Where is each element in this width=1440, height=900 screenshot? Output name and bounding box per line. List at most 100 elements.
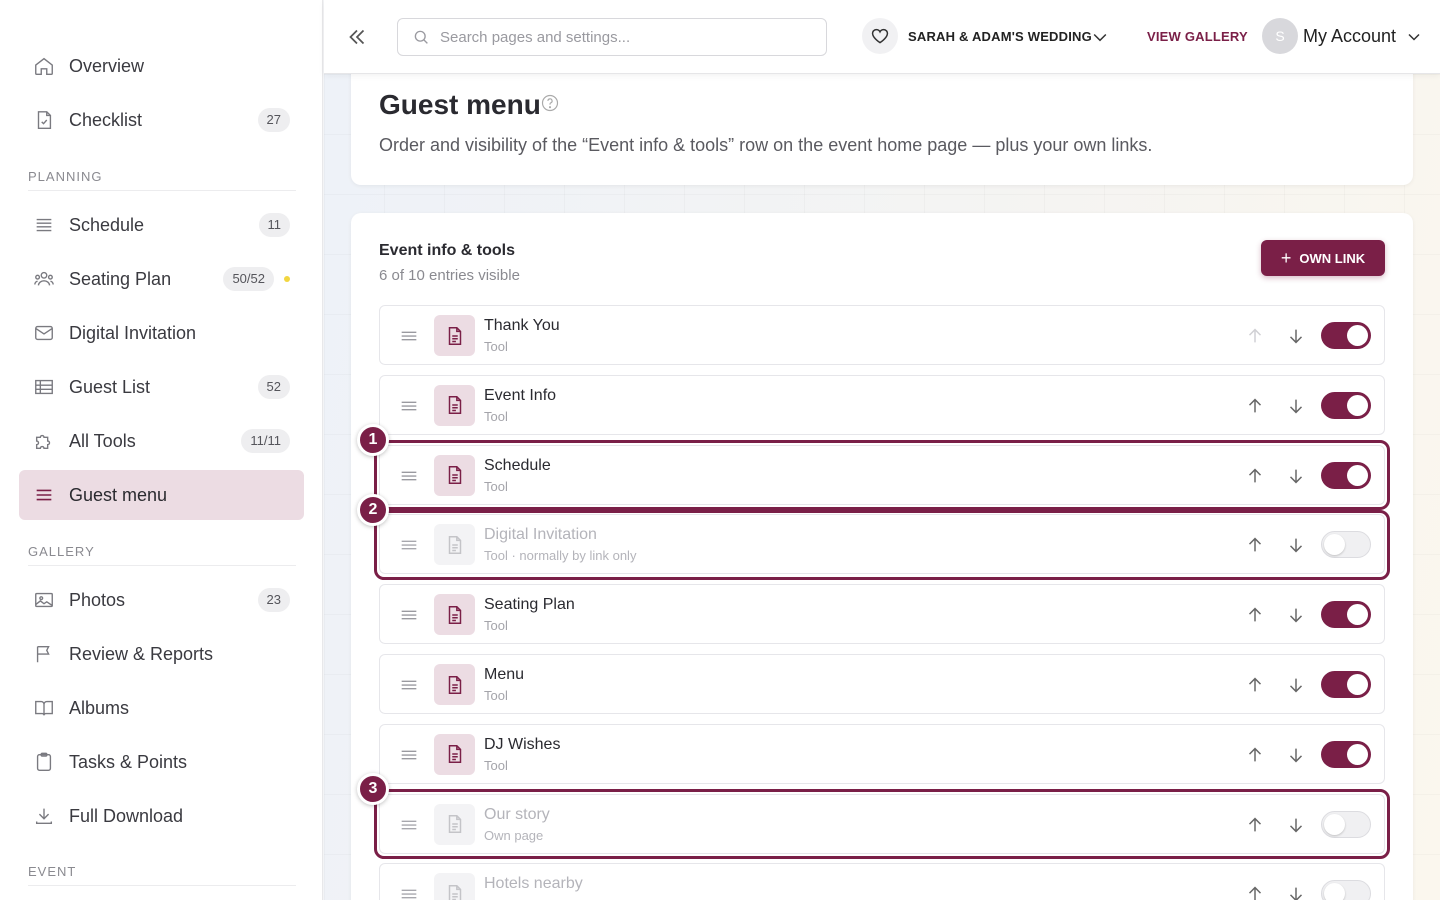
move-up-icon[interactable] xyxy=(1244,325,1266,347)
sidebar-item-digital-invitation[interactable]: Digital Invitation xyxy=(19,308,304,358)
tool-row[interactable]: Schedule Tool xyxy=(379,444,1385,505)
toggle-knob xyxy=(1347,604,1368,626)
visibility-toggle[interactable] xyxy=(1321,601,1371,629)
page-title: Guest menu xyxy=(379,89,541,120)
sidebar-item-guest-list[interactable]: Guest List 52 xyxy=(19,362,304,412)
visibility-toggle[interactable] xyxy=(1321,880,1371,900)
tool-row[interactable]: Hotels nearby xyxy=(379,863,1385,900)
move-down-icon[interactable] xyxy=(1285,814,1307,836)
list-icon xyxy=(33,214,55,236)
add-own-link-button[interactable]: + OWN LINK xyxy=(1261,240,1385,276)
status-dot xyxy=(284,276,290,282)
sidebar-item-albums[interactable]: Albums xyxy=(19,683,304,733)
move-down-icon[interactable] xyxy=(1285,883,1307,900)
tool-row[interactable]: Digital Invitation Tool · normally by lin… xyxy=(379,514,1385,575)
move-down-icon[interactable] xyxy=(1285,674,1307,696)
sidebar-item-guest-menu[interactable]: Guest menu xyxy=(19,470,304,520)
move-up-icon[interactable] xyxy=(1244,744,1266,766)
tool-type: Own page xyxy=(484,827,544,843)
visibility-toggle[interactable] xyxy=(1321,322,1371,349)
document-icon xyxy=(434,733,475,775)
move-down-icon[interactable] xyxy=(1285,744,1307,766)
sidebar-item-all-tools[interactable]: All Tools 11/11 xyxy=(19,416,304,466)
flag-icon xyxy=(33,643,55,665)
section-event: EVENT xyxy=(28,864,296,886)
sidebar-item-schedule[interactable]: Schedule 11 xyxy=(19,200,304,250)
tool-name: Event Info xyxy=(484,386,557,404)
account-menu[interactable]: My Account xyxy=(1303,26,1396,47)
move-up-icon[interactable] xyxy=(1244,883,1266,900)
sidebar-item-label: Seating Plan xyxy=(69,268,172,289)
drag-handle-icon[interactable] xyxy=(398,534,420,556)
visibility-toggle[interactable] xyxy=(1321,461,1371,489)
tool-row[interactable]: Menu Tool xyxy=(379,654,1385,714)
visibility-toggle[interactable] xyxy=(1321,671,1371,698)
search-input[interactable]: Search pages and settings... xyxy=(397,18,827,56)
sidebar-item-label: Digital Invitation xyxy=(69,322,197,343)
event-switcher[interactable]: SARAH & ADAM'S WEDDING xyxy=(908,29,1092,44)
tool-row[interactable]: DJ Wishes Tool xyxy=(379,723,1385,784)
move-down-icon[interactable] xyxy=(1285,534,1307,556)
page-header-card: Guest menu Order and visibility of the “… xyxy=(351,74,1413,185)
book-icon xyxy=(33,697,55,719)
drag-handle-icon[interactable] xyxy=(398,744,420,766)
tool-row[interactable]: Seating Plan Tool xyxy=(379,584,1385,645)
tool-name: Menu xyxy=(484,666,525,683)
sidebar-item-checklist[interactable]: Checklist 27 xyxy=(19,95,304,145)
help-icon[interactable] xyxy=(540,93,560,113)
move-down-icon[interactable] xyxy=(1285,395,1307,417)
sidebar-item-review-reports[interactable]: Review & Reports xyxy=(19,629,304,679)
collapse-sidebar-icon[interactable] xyxy=(344,24,370,50)
chevron-down-icon[interactable] xyxy=(1404,27,1424,47)
view-gallery-link[interactable]: VIEW GALLERY xyxy=(1147,29,1248,44)
drag-handle-icon[interactable] xyxy=(398,395,420,417)
home-icon xyxy=(33,55,55,77)
sidebar-item-full-download[interactable]: Full Download xyxy=(19,791,304,841)
sidebar-item-label: Review & Reports xyxy=(69,643,214,664)
tool-row[interactable]: Event Info Tool xyxy=(379,374,1385,435)
move-down-icon[interactable] xyxy=(1285,465,1307,487)
visibility-toggle[interactable] xyxy=(1321,531,1371,559)
sidebar-item-seating-plan[interactable]: Seating Plan 50/52 xyxy=(19,254,304,304)
drag-handle-icon[interactable] xyxy=(398,674,420,696)
drag-handle-icon[interactable] xyxy=(398,883,420,900)
avatar[interactable]: S xyxy=(1262,18,1298,54)
move-up-icon[interactable] xyxy=(1244,465,1266,487)
tool-type: Tool xyxy=(484,688,508,703)
heart-icon[interactable] xyxy=(862,18,898,54)
sidebar-item-label: Guest List xyxy=(69,376,151,397)
search-placeholder: Search pages and settings... xyxy=(440,28,631,46)
tool-type: Tool · normally by link only xyxy=(484,548,637,564)
drag-handle-icon[interactable] xyxy=(398,465,420,487)
move-up-icon[interactable] xyxy=(1244,604,1266,626)
move-up-icon[interactable] xyxy=(1244,674,1266,696)
document-icon xyxy=(434,664,475,705)
add-own-link-label: OWN LINK xyxy=(1299,250,1366,266)
tool-row[interactable]: Our story Own page xyxy=(379,793,1385,854)
visibility-toggle[interactable] xyxy=(1321,391,1371,419)
page-description: Order and visibility of the “Event info … xyxy=(379,135,1153,155)
sidebar-item-label: Schedule xyxy=(69,214,145,235)
sidebar-item-photos[interactable]: Photos 23 xyxy=(19,575,304,625)
document-icon xyxy=(434,384,475,426)
drag-handle-icon[interactable] xyxy=(398,814,420,836)
people-icon xyxy=(33,268,55,290)
visibility-toggle[interactable] xyxy=(1321,740,1371,768)
move-up-icon[interactable] xyxy=(1244,395,1266,417)
tool-row[interactable]: Thank You Tool xyxy=(379,305,1385,365)
move-up-icon[interactable] xyxy=(1244,814,1266,836)
drag-handle-icon[interactable] xyxy=(398,325,420,347)
move-down-icon[interactable] xyxy=(1285,325,1307,347)
chevron-down-icon[interactable] xyxy=(1090,27,1110,47)
sidebar-item-overview[interactable]: Overview xyxy=(19,41,304,91)
tool-name: DJ Wishes xyxy=(484,735,561,753)
sidebar-item-tasks-points[interactable]: Tasks & Points xyxy=(19,737,304,787)
plus-icon: + xyxy=(1280,247,1292,268)
drag-handle-icon[interactable] xyxy=(398,604,420,626)
toggle-knob xyxy=(1324,813,1345,835)
move-down-icon[interactable] xyxy=(1285,604,1307,626)
move-up-icon[interactable] xyxy=(1244,534,1266,556)
visibility-toggle[interactable] xyxy=(1321,810,1371,838)
count-badge: 27 xyxy=(257,108,290,132)
document-icon xyxy=(434,803,475,845)
